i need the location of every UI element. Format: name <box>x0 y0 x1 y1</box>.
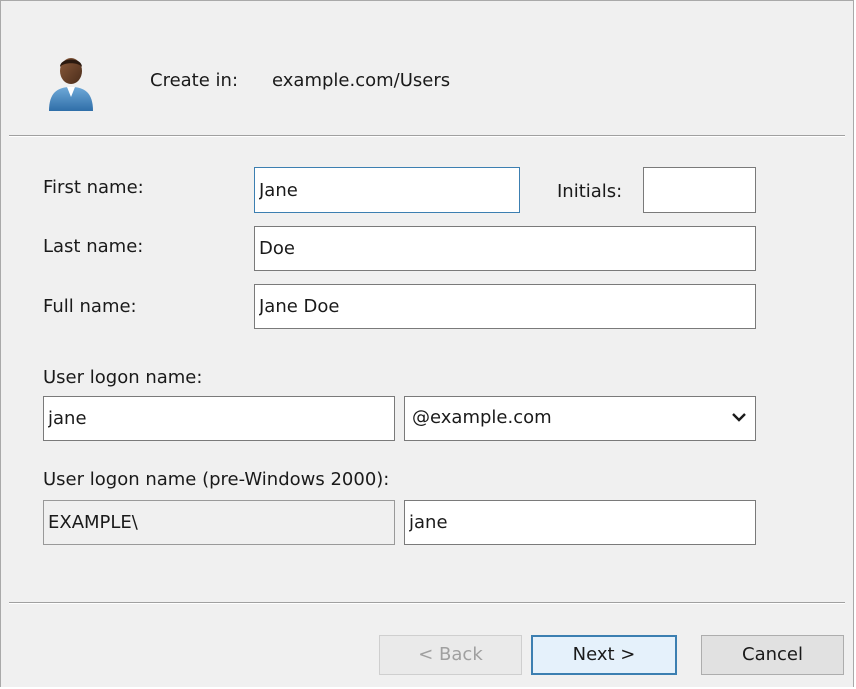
cancel-button[interactable]: Cancel <box>701 635 844 675</box>
user-icon <box>41 51 101 113</box>
pre-win2000-domain-field <box>43 500 395 545</box>
footer-separator <box>9 602 845 604</box>
upn-suffix-value: @example.com <box>412 407 552 428</box>
last-name-input[interactable] <box>254 226 756 271</box>
back-button[interactable]: < Back <box>379 635 522 675</box>
pre-win2000-logon-input[interactable] <box>404 500 756 545</box>
initials-input[interactable] <box>643 167 756 213</box>
create-in-path: example.com/Users <box>272 70 451 91</box>
header-separator <box>9 135 845 137</box>
full-name-input[interactable] <box>254 284 756 329</box>
pre-win2000-label: User logon name (pre-Windows 2000): <box>43 469 390 490</box>
last-name-label: Last name: <box>43 236 144 257</box>
full-name-label: Full name: <box>43 296 137 317</box>
new-user-dialog: Create in: example.com/Users First name:… <box>0 0 854 687</box>
logon-name-input[interactable] <box>43 396 395 441</box>
first-name-label: First name: <box>43 177 144 198</box>
first-name-input[interactable] <box>254 167 520 213</box>
upn-suffix-select[interactable]: @example.com <box>404 396 756 441</box>
chevron-down-icon[interactable] <box>731 409 747 425</box>
logon-name-label: User logon name: <box>43 367 203 388</box>
next-button[interactable]: Next > <box>531 635 677 675</box>
create-in-label: Create in: <box>150 70 239 91</box>
initials-label: Initials: <box>557 181 623 202</box>
